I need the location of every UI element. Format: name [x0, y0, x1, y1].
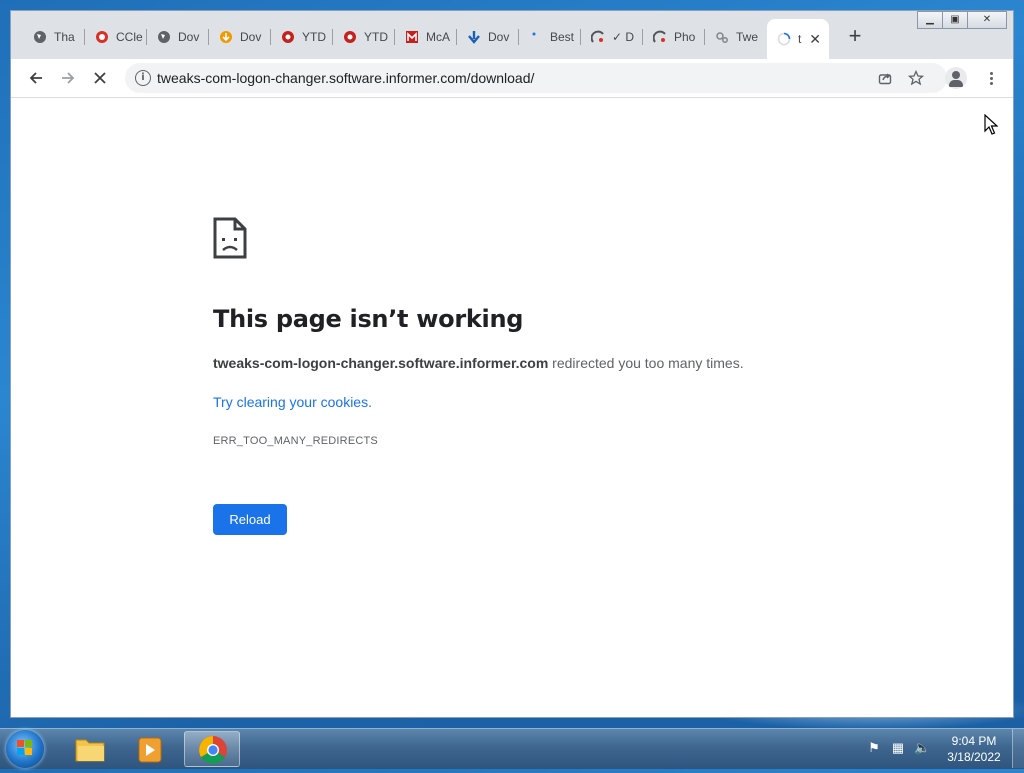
page-content: This page isn’t working tweaks-com-logon… — [11, 98, 1013, 717]
tab-12-active[interactable]: t ✕ — [767, 19, 829, 59]
tab-10[interactable]: Pho — [643, 21, 705, 53]
tab-label: Dov — [240, 30, 262, 44]
maximize-button[interactable]: ▣ — [942, 11, 968, 29]
stop-icon — [94, 72, 106, 84]
error-host: tweaks-com-logon-changer.software.inform… — [213, 355, 549, 371]
sad-page-icon — [213, 217, 247, 264]
back-button[interactable] — [23, 65, 49, 91]
bookmark-star-icon[interactable] — [906, 68, 926, 88]
forward-button[interactable] — [55, 65, 81, 91]
tab-label: Dov — [488, 30, 510, 44]
softpedia-icon — [652, 29, 668, 45]
tab-strip: Tha CCle Dov Dov YTD YTD McA Dov Best ✓ … — [11, 11, 1013, 59]
download-arrow-icon — [466, 29, 482, 45]
address-bar[interactable]: i tweaks-com-logon-changer.software.info… — [125, 63, 947, 93]
taskbar-chrome[interactable] — [184, 731, 240, 767]
site-info-icon[interactable]: i — [135, 70, 151, 86]
tab-5[interactable]: YTD — [333, 21, 395, 53]
mcafee-icon — [404, 29, 420, 45]
tab-8[interactable]: Best — [519, 21, 581, 53]
ytd-icon — [342, 29, 358, 45]
loading-spinner-icon — [776, 31, 792, 47]
clock-time[interactable]: 9:04 PM — [951, 734, 997, 748]
error-description: tweaks-com-logon-changer.software.inform… — [213, 355, 744, 371]
tab-label: McA — [426, 30, 450, 44]
share-icon[interactable] — [875, 68, 895, 88]
tab-6[interactable]: McA — [395, 21, 457, 53]
ccleaner-icon — [94, 29, 110, 45]
tab-label: Dov — [178, 30, 200, 44]
tab-label: Tha — [54, 30, 75, 44]
taskbar-media-player[interactable] — [122, 731, 178, 767]
media-player-icon — [138, 737, 162, 763]
tab-2[interactable]: Dov — [147, 21, 209, 53]
profile-avatar-icon[interactable] — [945, 67, 967, 89]
network-icon[interactable]: ▦ — [890, 740, 906, 756]
menu-kebab-icon[interactable] — [987, 65, 997, 91]
back-arrow-icon — [29, 72, 42, 84]
tab-label: Best — [550, 30, 575, 44]
action-center-flag-icon[interactable]: ⚑ — [866, 740, 882, 756]
chrome-window: Tha CCle Dov Dov YTD YTD McA Dov Best ✓ … — [10, 10, 1014, 718]
tab-0[interactable]: Tha — [23, 21, 85, 53]
url-text[interactable]: tweaks-com-logon-changer.software.inform… — [157, 70, 534, 86]
tab-label: YTD — [302, 30, 326, 44]
mouse-cursor-icon — [984, 113, 999, 141]
tab-label: CCle — [116, 30, 143, 44]
tab-label: YTD — [364, 30, 388, 44]
taskbar-explorer[interactable] — [62, 731, 118, 767]
tab-4[interactable]: YTD — [271, 21, 333, 53]
tab-label: t — [798, 32, 802, 46]
chrome-icon — [199, 736, 227, 764]
globe-icon — [32, 29, 48, 45]
reload-button[interactable]: Reload — [213, 504, 287, 535]
tab-9[interactable]: ✓ D — [581, 21, 643, 53]
gears-icon — [714, 29, 730, 45]
forward-arrow-icon — [62, 72, 75, 84]
tab-label: Pho — [674, 30, 696, 44]
start-button[interactable] — [6, 730, 44, 768]
error-title: This page isn’t working — [213, 305, 524, 333]
clear-cookies-link[interactable]: Try clearing your cookies. — [213, 394, 372, 410]
close-window-button[interactable]: ✕ — [967, 11, 1007, 29]
tab-3[interactable]: Dov — [209, 21, 271, 53]
minimize-button[interactable]: ▁ — [917, 11, 943, 29]
stop-loading-button[interactable] — [87, 65, 113, 91]
tab-label: ✓ D — [612, 30, 635, 44]
toolbar: i tweaks-com-logon-changer.software.info… — [11, 59, 1013, 98]
softpedia-icon — [590, 29, 606, 45]
clock-date[interactable]: 3/18/2022 — [943, 750, 1005, 764]
show-desktop-button[interactable] — [1012, 729, 1024, 768]
ytd-icon — [280, 29, 296, 45]
volume-icon[interactable]: 🔈 — [914, 740, 930, 756]
tab-label: Twe — [736, 30, 759, 44]
folder-icon — [75, 739, 105, 762]
globe-icon — [156, 29, 172, 45]
windows-logo-icon — [17, 740, 33, 756]
tab-1[interactable]: CCle — [85, 21, 147, 53]
download-logo-icon — [218, 29, 234, 45]
error-code: ERR_TOO_MANY_REDIRECTS — [213, 435, 378, 447]
close-tab-icon[interactable]: ✕ — [809, 31, 821, 48]
error-description-suffix: redirected you too many times. — [548, 355, 744, 371]
tab-11[interactable]: Twe — [705, 21, 767, 53]
tab-7[interactable]: Dov — [457, 21, 519, 53]
dot-icon — [528, 29, 544, 45]
new-tab-button[interactable]: + — [843, 25, 867, 49]
